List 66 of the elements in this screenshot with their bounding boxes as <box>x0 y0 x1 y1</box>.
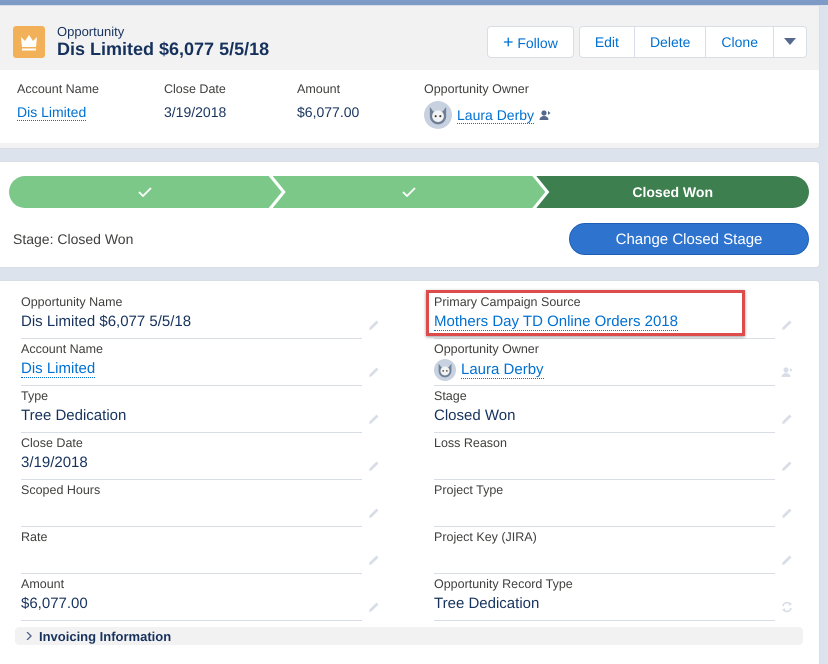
pencil-icon <box>781 413 793 425</box>
field-label: Project Type <box>434 483 504 497</box>
record-link[interactable]: Dis Limited <box>21 360 96 378</box>
field-label: Close Date <box>21 436 84 450</box>
field-label: Opportunity Record Type <box>434 577 574 591</box>
clone-button[interactable]: Clone <box>705 26 774 58</box>
path-step[interactable] <box>272 176 546 208</box>
field-label: Amount <box>297 82 342 96</box>
checkmark-icon <box>402 187 416 197</box>
field-label: Account Name <box>21 342 104 356</box>
stage-text: Stage: Closed Won <box>13 231 134 247</box>
path-step[interactable] <box>9 176 282 208</box>
field-value: $6,077.00 <box>297 104 360 120</box>
pencil-icon <box>781 554 793 566</box>
pencil-icon <box>368 554 380 566</box>
account-link[interactable]: Dis Limited <box>17 104 86 120</box>
pencil-icon <box>368 319 380 331</box>
chevron-icon <box>25 632 33 640</box>
owner-link[interactable]: Laura Derby <box>457 106 534 124</box>
field-label: Project Key (JIRA) <box>434 530 538 544</box>
pencil-icon <box>368 366 380 378</box>
field-label: Close Date <box>164 82 227 96</box>
more-actions-button[interactable] <box>773 26 807 58</box>
field-value: Closed Won <box>434 407 516 424</box>
pencil-icon <box>368 507 380 519</box>
pencil-icon <box>781 507 793 519</box>
follow-button[interactable]: + Follow <box>486 26 574 58</box>
object-type-label: Opportunity <box>57 24 126 39</box>
field-label: Primary Campaign Source <box>434 295 582 309</box>
change-stage-button[interactable]: Change Closed Stage <box>569 223 809 255</box>
field-label: Account Name <box>17 82 100 96</box>
field-label: Amount <box>21 577 66 591</box>
record-link[interactable]: Mothers Day TD Online Orders 2018 <box>434 312 678 330</box>
pencil-icon <box>368 601 380 613</box>
field-label: Opportunity Name <box>21 295 124 309</box>
change-owner-icon <box>781 366 793 378</box>
pencil-icon <box>781 319 793 331</box>
caret-icon <box>784 38 796 46</box>
field-label: Rate <box>21 530 48 544</box>
field-value: Tree Dedication <box>21 407 126 424</box>
record-title: Dis Limited $6,077 5/5/18 <box>57 39 270 60</box>
crown-icon <box>13 26 45 58</box>
avatar-icon <box>434 359 456 381</box>
change-owner-icon <box>539 109 552 121</box>
field-value: 3/19/2018 <box>164 104 226 120</box>
path-step[interactable]: Closed Won <box>536 176 810 208</box>
field-label: Scoped Hours <box>21 483 102 497</box>
pencil-icon <box>368 460 380 472</box>
checkmark-icon <box>138 187 152 197</box>
section-header[interactable]: Invoicing Information <box>15 627 803 645</box>
field-label: Stage <box>434 389 468 403</box>
delete-button[interactable]: Delete <box>634 26 706 58</box>
field-label: Type <box>21 389 50 403</box>
field-label: Loss Reason <box>434 436 508 450</box>
field-value: Tree Dedication <box>434 595 540 612</box>
pencil-icon <box>368 413 380 425</box>
field-value: 3/19/2018 <box>21 454 88 471</box>
field-label: Opportunity Owner <box>434 342 540 356</box>
field-value: Dis Limited $6,077 5/5/18 <box>21 313 192 330</box>
owner-link[interactable]: Laura Derby <box>461 361 544 379</box>
swap-icon <box>781 601 793 613</box>
pencil-icon <box>781 460 793 472</box>
field-value: $6,077.00 <box>21 595 88 612</box>
field-label: Opportunity Owner <box>424 82 530 96</box>
avatar-icon <box>424 101 452 129</box>
edit-button[interactable]: Edit <box>578 26 635 58</box>
